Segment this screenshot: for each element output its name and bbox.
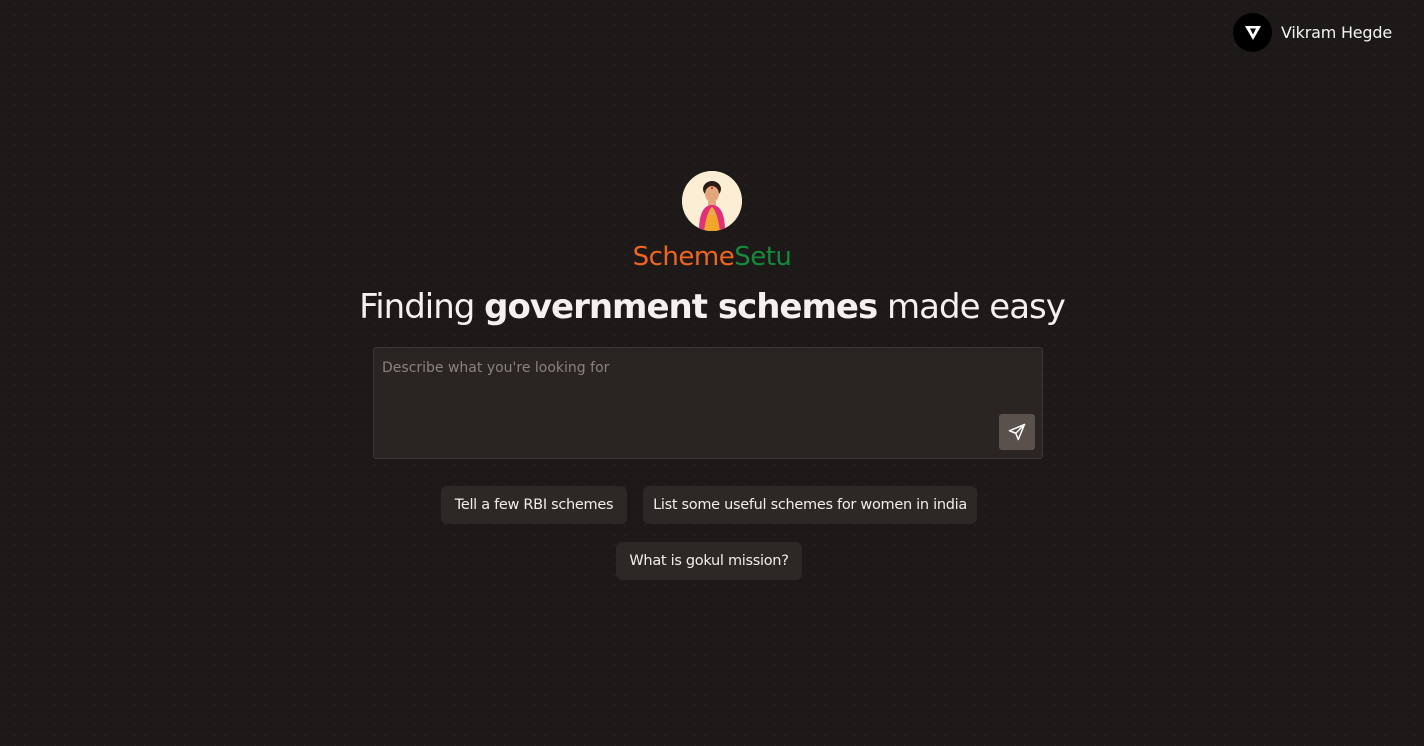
headline-bold: government schemes — [484, 287, 878, 327]
suggestion-chip[interactable]: What is gokul mission? — [616, 542, 802, 580]
brand-name-part2: Setu — [734, 242, 792, 272]
hero-section: SchemeSetu Finding government schemes ma… — [0, 171, 1424, 329]
suggestion-chip[interactable]: Tell a few RBI schemes — [441, 486, 627, 524]
mascot-avatar — [682, 171, 742, 231]
v-logo-icon — [1233, 13, 1272, 52]
send-button[interactable] — [999, 414, 1035, 450]
send-icon — [1008, 423, 1026, 441]
user-name: Vikram Hegde — [1281, 23, 1392, 42]
brand-logo: SchemeSetu — [633, 241, 792, 273]
brand-name-part1: Scheme — [632, 242, 735, 272]
headline-prefix: Finding — [359, 287, 485, 327]
suggestion-chip[interactable]: List some useful schemes for women in in… — [643, 486, 977, 524]
search-input[interactable] — [374, 348, 984, 456]
user-menu[interactable]: Vikram Hegde — [1233, 13, 1392, 52]
search-box — [373, 347, 1043, 459]
page-headline: Finding government schemes made easy — [359, 285, 1066, 329]
headline-suffix: made easy — [877, 287, 1066, 327]
